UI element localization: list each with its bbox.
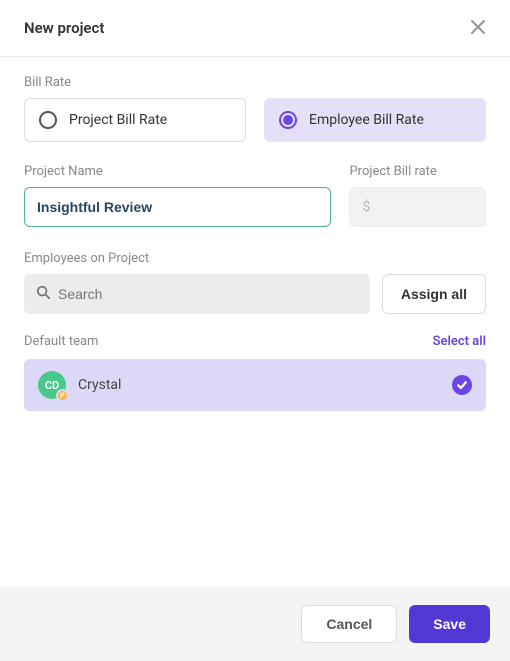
bill-rate-project-label: Project Bill Rate [69,112,167,128]
radio-icon [279,111,297,129]
search-input[interactable] [58,286,358,302]
modal-header: New project [0,0,510,57]
employees-search-row: Assign all [24,274,486,314]
team-name: Default team [24,334,98,349]
bill-rate-project-option[interactable]: Project Bill Rate [24,98,246,142]
modal-title: New project [24,19,104,37]
select-all-link[interactable]: Select all [433,334,486,349]
selected-check[interactable] [452,375,472,395]
project-bill-rate-input: $ [349,187,486,227]
cancel-button[interactable]: Cancel [301,605,397,643]
project-bill-rate-col: Project Bill rate $ [349,164,486,227]
search-wrap[interactable] [24,274,370,314]
avatar-wrap: CD P [38,371,66,399]
employees-label: Employees on Project [24,251,486,266]
modal-body: Bill Rate Project Bill Rate Employee Bil… [0,57,510,429]
bill-rate-options: Project Bill Rate Employee Bill Rate [24,98,486,142]
bill-rate-label: Bill Rate [24,75,486,90]
bill-rate-employee-option[interactable]: Employee Bill Rate [264,98,486,142]
close-button[interactable] [470,18,486,38]
employee-name: Crystal [78,377,452,393]
radio-icon [39,111,57,129]
project-name-col: Project Name [24,164,331,227]
search-icon [36,285,50,303]
employee-row[interactable]: CD P Crystal [24,359,486,411]
bill-rate-employee-label: Employee Bill Rate [309,112,424,128]
team-header: Default team Select all [24,334,486,349]
modal-footer: Cancel Save [0,587,510,661]
project-name-input[interactable] [24,187,331,227]
avatar-badge: P [56,389,69,402]
check-icon [456,379,468,391]
project-bill-rate-label: Project Bill rate [349,164,486,179]
close-icon [470,19,486,35]
name-and-rate-row: Project Name Project Bill rate $ [24,164,486,227]
project-name-label: Project Name [24,164,331,179]
assign-all-button[interactable]: Assign all [382,274,486,314]
save-button[interactable]: Save [409,605,490,643]
